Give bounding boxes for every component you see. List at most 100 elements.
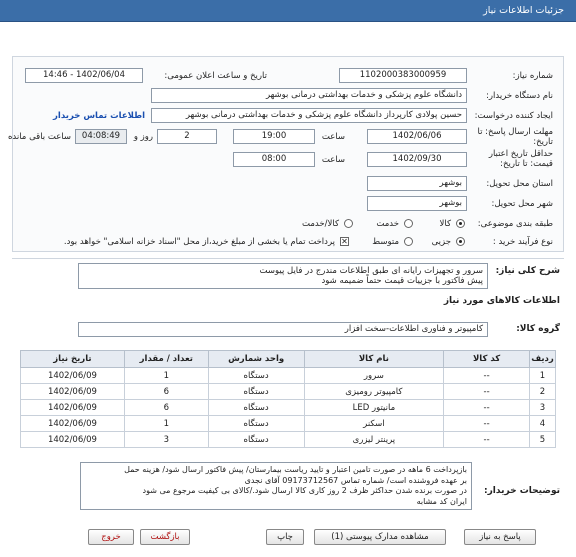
- item-code: --: [443, 399, 531, 416]
- row-index: 5: [529, 431, 556, 448]
- deadline-date-field: 1402/06/06: [367, 129, 467, 144]
- days-remaining-field: 2: [157, 129, 217, 144]
- province-label: استان محل تحویل:: [486, 179, 553, 189]
- table-row[interactable]: 4 -- اسکنر دستگاه 1 1402/06/09: [20, 415, 556, 432]
- category-label: طبقه بندی موضوعی:: [477, 219, 553, 229]
- column-header: نام کالا: [303, 350, 445, 368]
- category-option-service: خدمت: [376, 219, 399, 229]
- item-quantity: 3: [123, 431, 209, 448]
- buyer-notes-box: بازپرداخت 6 ماهه در صورت تامین اعتبار و …: [80, 462, 472, 510]
- item-unit: دستگاه: [207, 431, 305, 448]
- city-label: شهر محل تحویل:: [491, 199, 553, 209]
- item-quantity: 6: [123, 399, 209, 416]
- goods-table: ردیف کد کالا نام کالا واحد شمارش تعداد /…: [20, 350, 556, 448]
- table-row[interactable]: 3 -- مانیتور LED دستگاه 6 1402/06/09: [20, 399, 556, 416]
- item-name: اسکنر: [303, 415, 445, 432]
- item-quantity: 1: [123, 415, 209, 432]
- process-option-minor: جزیی: [431, 237, 451, 247]
- buyer-notes-line: در صورت برنده شدن حداکثر ظرف 2 روز کاری …: [142, 486, 468, 495]
- goods-group-field: کامپیوتر و فناوری اطلاعات-سخت افزار: [78, 322, 488, 337]
- validity-time-field: 08:00: [233, 152, 315, 167]
- item-need-date: 1402/06/09: [20, 367, 125, 384]
- column-header: کد کالا: [443, 350, 531, 368]
- page-title: جزئیات اطلاعات نیاز: [483, 5, 564, 16]
- need-description-box: سرور و تجهیزات رایانه ای طبق اطلاعات مند…: [78, 263, 488, 289]
- announce-date-field: 1402/06/04 - 14:46: [25, 68, 143, 83]
- column-header: تعداد / مقدار: [123, 350, 209, 368]
- item-name: پرینتر لیزری: [303, 431, 445, 448]
- need-description-line: سرور و تجهیزات رایانه ای طبق اطلاعات مند…: [259, 266, 483, 276]
- deadline-time-field: 19:00: [233, 129, 315, 144]
- section-divider: [12, 258, 564, 259]
- row-index: 2: [529, 383, 556, 400]
- column-header: تاریخ نیاز: [20, 350, 125, 368]
- column-header: ردیف: [529, 350, 556, 368]
- item-quantity: 1: [123, 367, 209, 384]
- city-field: بوشهر: [367, 196, 467, 211]
- item-code: --: [443, 431, 531, 448]
- item-code: --: [443, 415, 531, 432]
- category-radio-goods[interactable]: [456, 219, 465, 228]
- deadline-time-label: ساعت: [321, 132, 345, 142]
- validity-date-field: 1402/09/30: [367, 152, 467, 167]
- remaining-time-label: ساعت باقی مانده: [7, 132, 71, 142]
- province-field: بوشهر: [367, 176, 467, 191]
- requester-field: حسین پولادی کارپرداز دانشگاه علوم پزشکی …: [151, 108, 467, 123]
- remaining-time-field: 04:08:49: [75, 129, 127, 144]
- category-option-goods: کالا: [439, 219, 451, 229]
- validity-time-label: ساعت: [321, 155, 345, 165]
- row-index: 1: [529, 367, 556, 384]
- item-code: --: [443, 367, 531, 384]
- row-index: 4: [529, 415, 556, 432]
- table-row[interactable]: 1 -- سرور دستگاه 1 1402/06/09: [20, 367, 556, 384]
- buyer-notes-label: توضیحات خریدار:: [484, 486, 560, 496]
- item-unit: دستگاه: [207, 415, 305, 432]
- item-unit: دستگاه: [207, 383, 305, 400]
- announce-date-label: تاریخ و ساعت اعلان عمومی:: [164, 71, 267, 81]
- category-radio-goods-service[interactable]: [344, 219, 353, 228]
- table-row[interactable]: 2 -- کامپیوتر رومیزی دستگاه 6 1402/06/09: [20, 383, 556, 400]
- exit-button[interactable]: خروج: [88, 529, 134, 545]
- buyer-notes-line: ایران کد مشابه: [416, 496, 467, 506]
- need-description-label: شرح کلی نیاز:: [495, 266, 560, 276]
- buyer-contact-link[interactable]: اطلاعات تماس خریدار: [53, 111, 145, 121]
- payment-checkbox[interactable]: ✕: [340, 237, 349, 246]
- buyer-notes-line: بر عهده فروشنده است/ شماره تماس 09173712…: [244, 475, 467, 485]
- process-radio-minor[interactable]: [456, 237, 465, 246]
- column-header: واحد شمارش: [207, 350, 305, 368]
- requester-label: ایجاد کننده درخواست:: [474, 111, 553, 121]
- item-unit: دستگاه: [207, 399, 305, 416]
- buyer-org-field: دانشگاه علوم پزشکی و خدمات بهداشتی درمان…: [151, 88, 467, 103]
- item-unit: دستگاه: [207, 367, 305, 384]
- need-number-field: 1102000383000959: [339, 68, 467, 83]
- payment-note: پرداخت تمام یا بخشی از مبلغ خرید،از محل …: [63, 237, 335, 247]
- category-option-goods-service: کالا/خدمت: [302, 219, 339, 229]
- need-number-label: شماره نیاز:: [512, 71, 553, 81]
- row-index: 3: [529, 399, 556, 416]
- price-validity-label: حداقل تاریخ اعتبار قیمت: تا تاریخ:: [488, 149, 553, 169]
- print-button[interactable]: چاپ: [266, 529, 304, 545]
- process-radio-medium[interactable]: [404, 237, 413, 246]
- item-name: سرور: [303, 367, 445, 384]
- need-details-panel: شماره نیاز: 1102000383000959 تاریخ و ساع…: [8, 56, 564, 252]
- back-button[interactable]: بازگشت: [140, 529, 190, 545]
- buyer-notes-line: بازپرداخت 6 ماهه در صورت تامین اعتبار و …: [124, 465, 467, 474]
- goods-group-label: گروه کالا:: [516, 324, 560, 334]
- table-row[interactable]: 5 -- پرینتر لیزری دستگاه 3 1402/06/09: [20, 431, 556, 448]
- page-header: جزئیات اطلاعات نیاز: [0, 0, 576, 22]
- days-label: روز و: [133, 132, 153, 142]
- item-code: --: [443, 383, 531, 400]
- item-need-date: 1402/06/09: [20, 415, 125, 432]
- item-quantity: 6: [123, 383, 209, 400]
- item-need-date: 1402/06/09: [20, 399, 125, 416]
- reply-button[interactable]: پاسخ به نیاز: [464, 529, 536, 545]
- process-option-medium: متوسط: [372, 237, 399, 247]
- deadline-label: مهلت ارسال پاسخ: تا تاریخ:: [477, 127, 553, 147]
- item-name: مانیتور LED: [303, 399, 445, 416]
- view-attachments-button[interactable]: مشاهده مدارک پیوستی (1): [314, 529, 446, 545]
- item-need-date: 1402/06/09: [20, 431, 125, 448]
- process-label: نوع فرآیند خرید :: [492, 237, 553, 247]
- goods-table-header: ردیف کد کالا نام کالا واحد شمارش تعداد /…: [20, 350, 556, 368]
- need-description-line: پیش فاکتور با جزییات قیمت حتماً ضمیمه شو…: [321, 276, 483, 286]
- category-radio-service[interactable]: [404, 219, 413, 228]
